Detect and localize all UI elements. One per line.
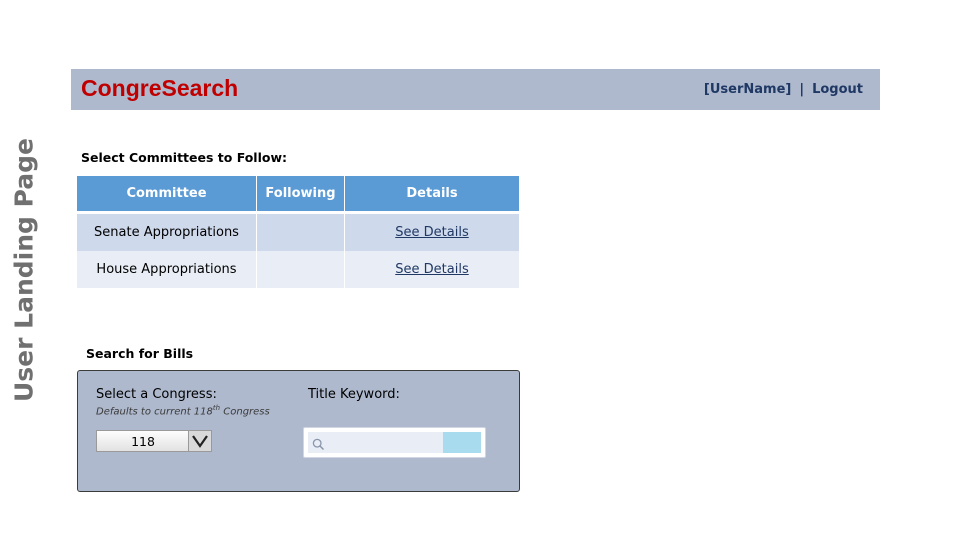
congress-dropdown[interactable]: 118 <box>96 430 212 452</box>
bill-search-section-title: Search for Bills <box>86 346 194 361</box>
logout-link[interactable]: Logout <box>812 82 863 97</box>
congress-default-hint: Defaults to current 118th Congress <box>96 404 270 417</box>
title-keyword-label: Title Keyword: <box>308 387 400 402</box>
search-icon <box>312 436 325 455</box>
table-row: Senate Appropriations See Details <box>77 212 519 251</box>
column-header-committee: Committee <box>77 176 257 214</box>
following-toggle-cell[interactable] <box>256 212 345 251</box>
committee-name-cell: House Appropriations <box>77 251 257 288</box>
details-cell: See Details <box>344 212 519 251</box>
committees-table: Committee Following Details Senate Appro… <box>77 176 519 288</box>
details-cell: See Details <box>344 251 519 288</box>
side-title-text: User Landing Page <box>9 137 39 403</box>
username-label[interactable]: [UserName] <box>704 82 791 97</box>
congress-select-label: Select a Congress: <box>96 387 217 402</box>
bill-search-panel: Select a Congress: Defaults to current 1… <box>77 370 520 492</box>
column-header-following: Following <box>256 176 345 214</box>
table-row: House Appropriations See Details <box>77 251 519 288</box>
committee-name-cell: Senate Appropriations <box>77 212 257 251</box>
committees-section-title: Select Committees to Follow: <box>81 150 288 165</box>
title-keyword-input[interactable] <box>308 432 443 453</box>
congress-hint-ordinal: th <box>212 404 221 412</box>
search-submit-button[interactable] <box>443 432 481 453</box>
brand-logo[interactable]: CongreSearch <box>81 75 238 102</box>
user-area: [UserName] | Logout <box>704 82 863 97</box>
chevron-down-icon[interactable] <box>188 431 211 451</box>
congress-selected-value: 118 <box>131 434 155 449</box>
congress-hint-suffix: Congress <box>220 406 270 418</box>
app-header: CongreSearch [UserName] | Logout <box>71 69 880 110</box>
header-separator: | <box>799 82 805 97</box>
title-keyword-search <box>303 427 486 458</box>
page-side-title: User Landing Page <box>4 138 44 402</box>
see-details-link[interactable]: See Details <box>395 225 468 240</box>
following-toggle-cell[interactable] <box>256 251 345 288</box>
column-header-details: Details <box>344 176 519 214</box>
table-header-row: Committee Following Details <box>77 176 519 214</box>
congress-hint-text: Defaults to current 118 <box>96 406 213 418</box>
see-details-link[interactable]: See Details <box>395 262 468 277</box>
